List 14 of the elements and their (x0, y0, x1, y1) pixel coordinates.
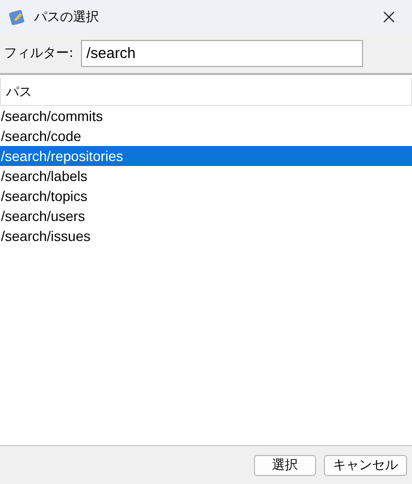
window-title: パスの選択 (34, 8, 100, 26)
select-button[interactable]: 選択 (254, 454, 316, 476)
path-row[interactable]: /search/repositories (0, 146, 412, 166)
path-row[interactable]: /search/labels (0, 166, 412, 186)
path-row[interactable]: /search/commits (0, 106, 412, 126)
path-row[interactable]: /search/topics (0, 186, 412, 206)
path-row[interactable]: /search/code (0, 126, 412, 146)
close-icon (383, 10, 395, 22)
cancel-button[interactable]: キャンセル (324, 454, 407, 476)
filter-field[interactable]: /search (81, 40, 364, 66)
filter-label: フィルター: (4, 45, 74, 62)
path-row[interactable]: /search/issues (0, 226, 412, 246)
column-header[interactable]: パス (0, 78, 412, 106)
path-row[interactable]: /search/users (0, 206, 412, 226)
